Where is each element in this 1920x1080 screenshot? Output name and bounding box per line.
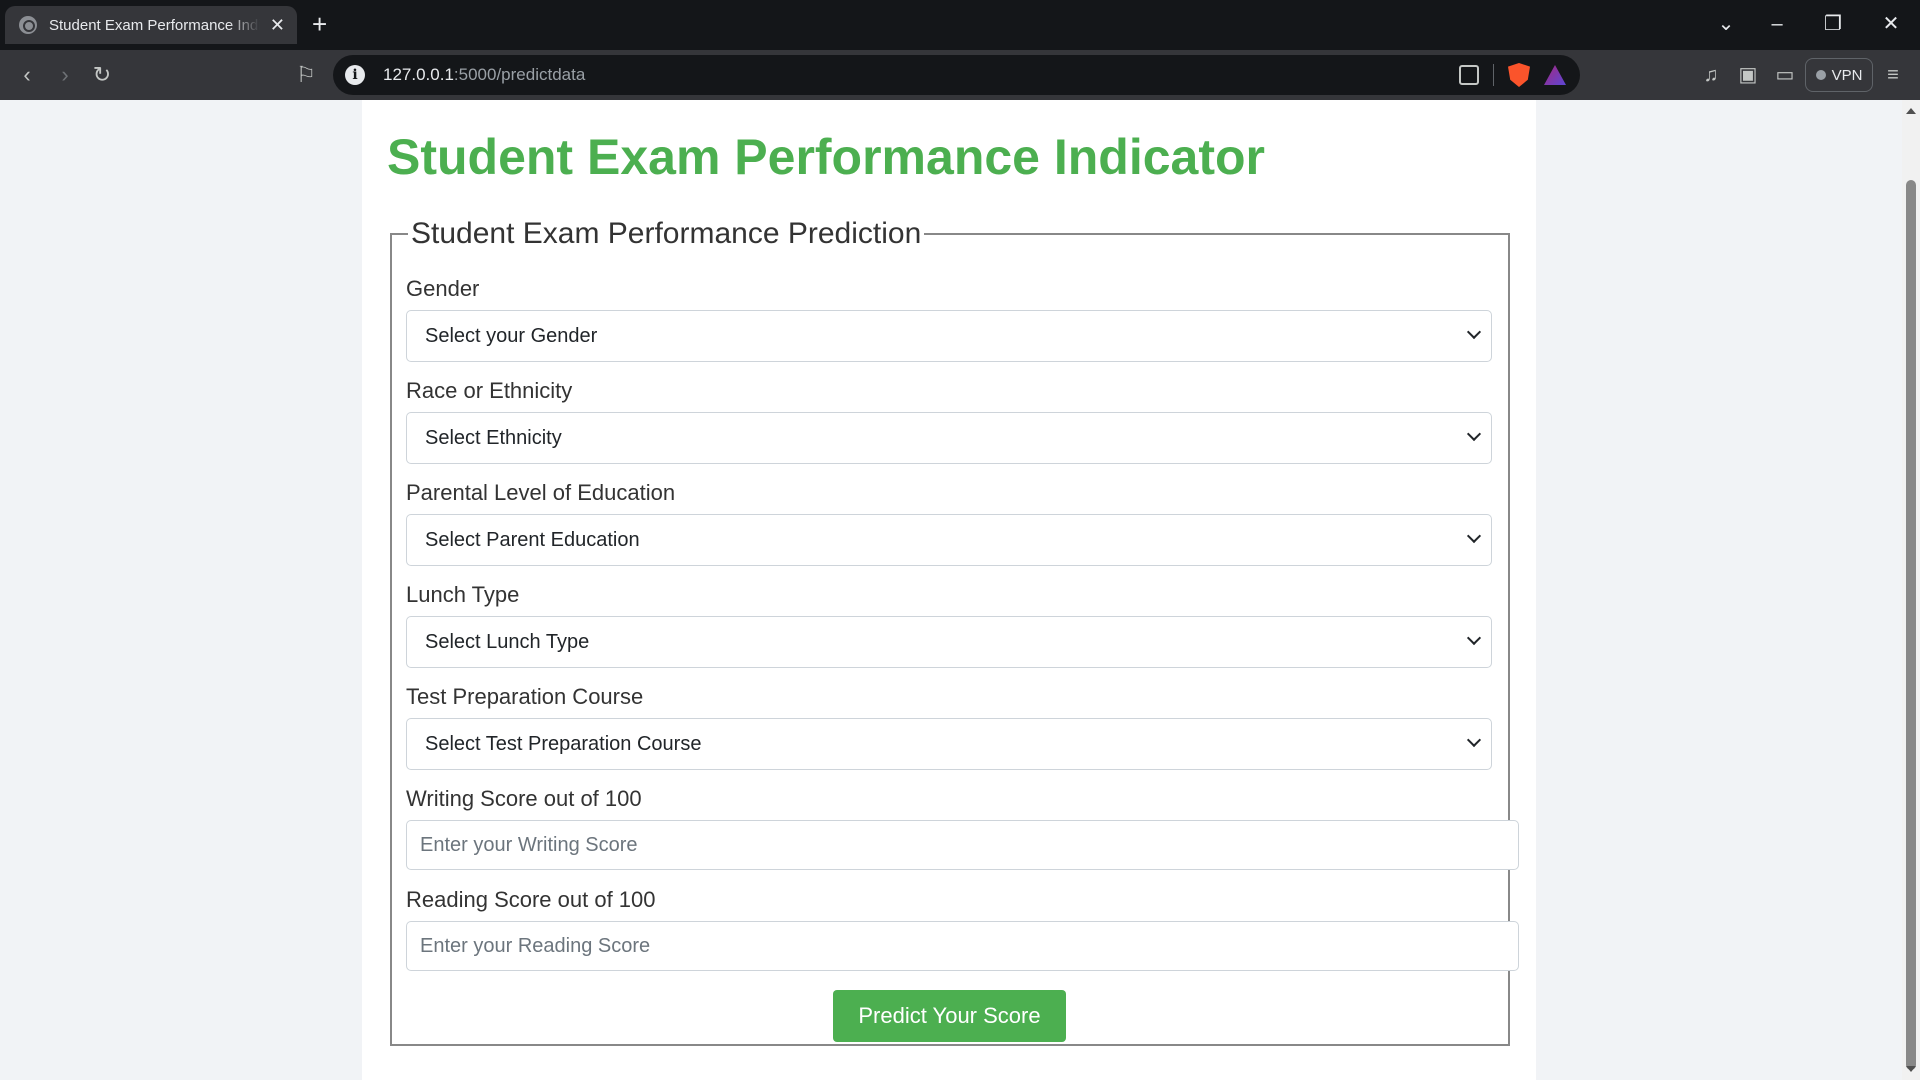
chevron-down-icon — [1466, 528, 1482, 544]
url-text[interactable]: 127.0.0.1:5000/predictdata — [383, 65, 585, 85]
gender-select[interactable]: Select your Gender — [406, 310, 1492, 362]
address-bar[interactable]: i 127.0.0.1:5000/predictdata — [333, 55, 1580, 95]
close-tab-icon[interactable]: ✕ — [270, 15, 285, 36]
site-info-icon[interactable]: i — [345, 65, 365, 85]
wallet-icon[interactable]: ▭ — [1770, 60, 1800, 90]
url-path: :5000/predictdata — [453, 65, 586, 84]
chevron-down-icon — [1466, 630, 1482, 646]
ethnicity-select[interactable]: Select Ethnicity — [406, 412, 1492, 464]
form-legend: Student Exam Performance Prediction — [411, 217, 922, 250]
brave-rewards-icon[interactable] — [1544, 65, 1566, 85]
lunch-select[interactable]: Select Lunch Type — [406, 616, 1492, 668]
bookmark-icon[interactable]: ⚐ — [291, 60, 321, 90]
page-title: Student Exam Performance Indicator — [387, 129, 1266, 185]
globe-icon — [19, 16, 37, 34]
page-container: Student Exam Performance Indicator Stude… — [362, 100, 1536, 1080]
writing-score-label: Writing Score out of 100 — [406, 786, 642, 811]
vpn-button[interactable]: VPN — [1805, 58, 1873, 92]
lunch-select-value: Select Lunch Type — [425, 630, 590, 653]
page-scrollbar[interactable] — [1902, 100, 1920, 1080]
lunch-label: Lunch Type — [406, 582, 520, 607]
minimize-button[interactable]: – — [1762, 10, 1792, 38]
writing-score-input[interactable]: Enter your Writing Score — [406, 820, 1519, 870]
reading-score-input[interactable]: Enter your Reading Score — [406, 921, 1519, 971]
media-icon[interactable]: ♫ — [1696, 60, 1726, 90]
reading-score-label: Reading Score out of 100 — [406, 887, 656, 912]
test-prep-select[interactable]: Select Test Preparation Course — [406, 718, 1492, 770]
chevron-down-icon — [1466, 732, 1482, 748]
reload-icon[interactable]: ↻ — [87, 60, 117, 90]
page-viewport: Student Exam Performance Indicator Stude… — [0, 100, 1902, 1080]
scroll-up-icon[interactable] — [1906, 108, 1916, 114]
parent-education-label: Parental Level of Education — [406, 480, 676, 505]
url-host: 127.0.0.1 — [383, 65, 454, 84]
scroll-down-icon[interactable] — [1906, 1066, 1916, 1072]
writing-score-placeholder: Enter your Writing Score — [420, 833, 638, 856]
close-window-button[interactable]: ✕ — [1876, 10, 1906, 38]
tab-strip: Student Exam Performance Indicator ✕ + ⌄… — [0, 0, 1920, 50]
share-icon[interactable] — [1459, 65, 1479, 85]
test-prep-select-value: Select Test Preparation Course — [425, 732, 702, 755]
ethnicity-select-value: Select Ethnicity — [425, 426, 562, 449]
browser-toolbar: ‹ › ↻ ⚐ i 127.0.0.1:5000/predictdata ♫ ▣… — [0, 50, 1920, 100]
new-tab-button[interactable]: + — [312, 10, 327, 38]
address-bar-actions — [1459, 63, 1566, 87]
scrollbar-thumb[interactable] — [1906, 180, 1916, 1070]
chevron-down-icon — [1466, 324, 1482, 340]
test-prep-label: Test Preparation Course — [406, 684, 644, 709]
tab-search-icon[interactable]: ⌄ — [1711, 10, 1741, 38]
chevron-down-icon — [1466, 426, 1482, 442]
predict-score-button[interactable]: Predict Your Score — [833, 990, 1066, 1042]
back-icon[interactable]: ‹ — [12, 60, 42, 90]
restore-button[interactable]: ❐ — [1818, 10, 1848, 38]
vpn-label: VPN — [1831, 66, 1863, 84]
vpn-status-icon — [1815, 70, 1826, 80]
browser-tab[interactable]: Student Exam Performance Indicator ✕ — [5, 6, 297, 44]
menu-icon[interactable]: ≡ — [1878, 60, 1908, 90]
gender-select-value: Select your Gender — [425, 324, 598, 347]
forward-icon[interactable]: › — [50, 60, 80, 90]
parent-education-select-value: Select Parent Education — [425, 528, 640, 551]
reading-score-placeholder: Enter your Reading Score — [420, 934, 651, 957]
sidebar-icon[interactable]: ▣ — [1733, 60, 1763, 90]
parent-education-select[interactable]: Select Parent Education — [406, 514, 1492, 566]
brave-shields-icon[interactable] — [1508, 63, 1530, 87]
gender-label: Gender — [406, 276, 480, 301]
tab-title: Student Exam Performance Indicator — [49, 16, 260, 34]
ethnicity-label: Race or Ethnicity — [406, 378, 573, 403]
divider — [1493, 64, 1494, 86]
